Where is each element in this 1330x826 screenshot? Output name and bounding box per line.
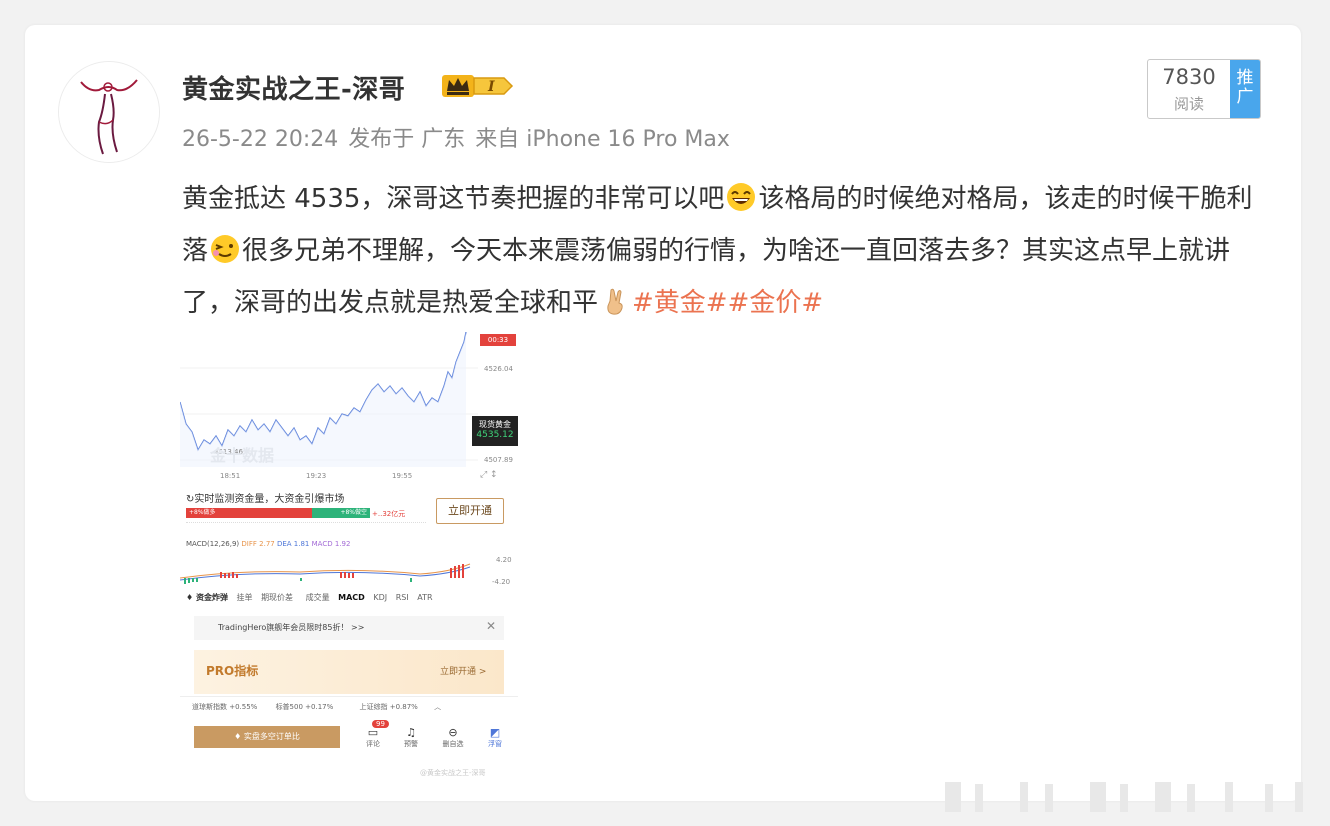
trading-hero-banner[interactable]: TradingHero旗舰年会员限时85折！ >> [194,616,504,640]
post-source: 来自 iPhone 16 Pro Max [475,127,730,152]
tab-macd[interactable]: MACD [338,593,365,602]
current-price-label: 现货黄金 [479,420,511,429]
read-count-box: 7830 阅读 推广 [1147,59,1261,119]
vip-crown-icon[interactable]: I [440,71,520,101]
author-name[interactable]: 黄金实战之王-深哥 [182,69,405,106]
order-ratio-button[interactable]: ♦ 实盘多空订单比 [194,726,340,748]
tab-spread[interactable]: 期现价差 [261,593,293,602]
comment-badge: 99 [372,720,389,728]
expand-icon[interactable]: ⤢ ↕ [480,470,498,480]
indicator-tabs: ♦ 资金炸弹 挂单 期现价差 成交量 MACD KDJ RSI ATR [186,592,433,603]
macd-params: MACD(12,26,9) DIFF 2.77 DEA 1.81 MACD 1.… [186,540,351,548]
time-tick-2: 19:23 [306,472,327,480]
tab-volume[interactable]: 成交量 [306,593,330,602]
price-high-label: 4526.04 [484,365,513,373]
hashtag-gold-price[interactable]: #金价# [728,288,824,318]
long-bar: +8%做多 [186,508,312,518]
macd-chart [180,563,471,584]
ticker-sse[interactable]: 上证综指 +0.87% [360,703,418,711]
promote-button[interactable]: 推广 [1230,60,1260,118]
hashtag-gold[interactable]: #黄金# [632,288,728,318]
post-location: 发布于 广东 [348,127,466,152]
short-bar: +8%做空 [312,508,370,518]
wink-emoji-icon [211,235,240,263]
close-icon[interactable]: ✕ [486,619,496,633]
pro-open-link[interactable]: 立即开通 > [440,664,486,677]
capital-monitor-title: ↻实时监测资金量，大资金引爆市场 [186,494,345,505]
tab-atr[interactable]: ATR [417,593,432,602]
dotted-track [186,522,426,523]
pro-title: PRO指标 [206,664,259,678]
chart-watermark: 金十数据 [210,446,275,465]
ticker-bar: 道琼斯指数 +0.55% 标普500 +0.17% 上证综指 +0.87% ︿ [180,696,518,717]
badge-level: I [487,79,495,95]
image-watermark: @黄金实战之王-深哥 [420,769,486,777]
bell-icon: ♫ [406,726,416,739]
ticker-sp500[interactable]: 标普500 +0.17% [276,703,334,711]
content-text-1: 黄金抵达 4535，深哥这节奏把握的非常可以吧 [182,184,725,214]
tab-orders[interactable]: 挂单 [237,593,253,602]
laughing-emoji-icon [727,183,756,211]
open-now-button[interactable]: 立即开通 [436,498,504,524]
price-low-label: 4507.89 [484,456,513,464]
macd-low: -4.20 [492,578,511,586]
read-count: 7830 [1162,65,1216,89]
post-meta: 26-5-22 20:24 发布于 广东 来自 iPhone 16 Pro Max [182,121,740,153]
tab-kdj[interactable]: KDJ [373,593,387,602]
post-content: 黄金抵达 4535，深哥这节奏把握的非常可以吧 该格局的时候绝对格局，该走的时候干… [182,173,1262,329]
bar-amount: +..32亿元 [372,510,406,518]
author-avatar[interactable] [58,61,160,163]
current-price: 4535.12 [476,430,514,440]
time-tick-3: 19:55 [392,472,413,480]
nav-float[interactable]: ◩ 浮窗 [480,726,510,749]
crossed-fingers-emoji-icon [607,288,623,315]
current-price-box: 现货黄金 4535.12 [472,416,518,446]
read-label: 阅读 [1173,95,1204,113]
preview-strip [945,782,1303,812]
macd-high: 4.20 [496,556,512,564]
nav-alert[interactable]: ♫ 预警 [396,726,426,749]
nav-remove-watch[interactable]: ⊖ 删自选 [438,726,468,749]
diamond-icon: ♦ [234,732,244,741]
chevron-up-icon[interactable]: ︿ [434,703,441,711]
float-window-icon: ◩ [489,726,501,739]
nav-comment[interactable]: ▭ 评论 [358,726,388,749]
time-badge: 00:33 [480,334,516,346]
post-image[interactable]: 00:33 4526.04 现货黄金 4535.12 4507.89 4513.… [180,332,518,791]
minus-circle-icon: ⊖ [448,726,458,739]
ticker-dow[interactable]: 道琼斯指数 +0.55% [192,703,257,711]
time-tick-1: 18:51 [220,472,241,480]
tab-capital-bomb[interactable]: ♦ 资金炸弹 [186,593,228,602]
tab-rsi[interactable]: RSI [396,593,409,602]
post-date[interactable]: 26-5-22 20:24 [182,127,338,152]
